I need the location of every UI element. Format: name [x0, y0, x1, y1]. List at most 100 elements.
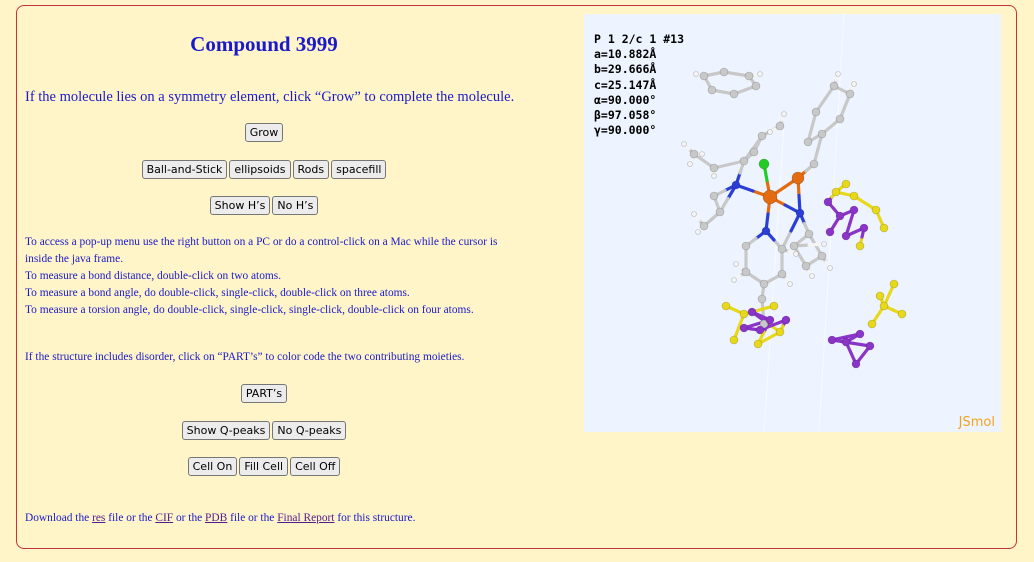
rods-button[interactable]: Rods [292, 160, 330, 179]
atom[interactable] [851, 359, 861, 369]
atom[interactable] [897, 309, 907, 319]
atom[interactable] [687, 161, 693, 167]
atom[interactable] [787, 281, 793, 287]
cell-off-button[interactable]: Cell Off [290, 457, 341, 476]
atom[interactable] [851, 81, 857, 87]
atom[interactable] [719, 67, 729, 77]
no-hydrogens-button[interactable]: No H’s [272, 196, 319, 215]
atom[interactable] [804, 229, 814, 239]
atom[interactable] [849, 191, 859, 201]
atom[interactable] [865, 341, 875, 351]
atom[interactable] [753, 339, 763, 349]
show-qpeaks-button[interactable]: Show Q-peaks [181, 421, 271, 440]
atom[interactable] [749, 147, 759, 157]
show-hydrogens-button[interactable]: Show H’s [209, 196, 271, 215]
atom[interactable] [841, 337, 851, 347]
atom[interactable] [699, 221, 709, 231]
ball-and-stick-button[interactable]: Ball-and-Stick [141, 160, 228, 179]
atom[interactable] [781, 111, 787, 117]
atom[interactable] [793, 251, 799, 257]
atom[interactable] [827, 335, 837, 345]
atom[interactable] [781, 315, 791, 325]
atom[interactable] [841, 231, 851, 241]
atom[interactable] [757, 131, 767, 141]
atom[interactable] [699, 71, 709, 81]
atom[interactable] [751, 81, 761, 91]
atom[interactable] [733, 261, 739, 267]
atom[interactable] [762, 189, 778, 205]
atom[interactable] [765, 315, 775, 325]
parts-button[interactable]: PART’s [240, 384, 288, 403]
atom[interactable] [867, 319, 877, 329]
atom[interactable] [681, 141, 687, 147]
atom[interactable] [871, 205, 881, 215]
atom[interactable] [835, 211, 845, 221]
atom[interactable] [729, 335, 739, 345]
atom[interactable] [791, 171, 805, 185]
atom[interactable] [879, 223, 889, 233]
atom[interactable] [759, 279, 769, 289]
atom[interactable] [777, 244, 787, 254]
atom[interactable] [775, 327, 785, 337]
atom[interactable] [739, 309, 749, 319]
atom[interactable] [817, 251, 827, 261]
atom[interactable] [741, 241, 751, 251]
atom[interactable] [744, 71, 754, 81]
atom[interactable] [757, 71, 763, 77]
atom[interactable] [889, 279, 899, 289]
atom[interactable] [859, 223, 869, 233]
atom[interactable] [741, 267, 751, 277]
fill-cell-button[interactable]: Fill Cell [239, 457, 289, 476]
atom[interactable] [731, 277, 737, 283]
atom[interactable] [777, 269, 787, 279]
atom[interactable] [841, 179, 851, 189]
atom[interactable] [849, 205, 859, 215]
atom[interactable] [761, 226, 771, 236]
cell-on-button[interactable]: Cell On [187, 457, 238, 476]
atom[interactable] [693, 71, 699, 77]
atom[interactable] [789, 241, 799, 251]
atom[interactable] [855, 241, 865, 251]
atom[interactable] [809, 273, 815, 279]
atom[interactable] [803, 137, 813, 147]
atom[interactable] [729, 89, 739, 99]
atom[interactable] [821, 241, 827, 247]
atom[interactable] [811, 107, 821, 117]
atom[interactable] [801, 261, 811, 271]
atom[interactable] [775, 121, 785, 131]
final-report-link[interactable]: Final Report [277, 512, 334, 524]
jsmol-viewer[interactable]: P 1 2/c 1 #13 a=10.882Å b=29.666Å c=25.1… [584, 14, 1001, 432]
atom[interactable] [817, 129, 827, 139]
atom[interactable] [739, 323, 749, 333]
atom[interactable] [691, 211, 697, 217]
grow-button[interactable]: Grow [244, 123, 284, 142]
atom[interactable] [835, 114, 845, 124]
atom[interactable] [707, 85, 717, 95]
res-link[interactable]: res [92, 512, 105, 524]
atom[interactable] [715, 207, 725, 217]
pdb-link[interactable]: PDB [205, 512, 227, 524]
atom[interactable] [755, 325, 765, 335]
atom[interactable] [825, 227, 835, 237]
no-qpeaks-button[interactable]: No Q-peaks [272, 421, 347, 440]
atom[interactable] [721, 301, 731, 311]
atom[interactable] [855, 329, 865, 339]
atom[interactable] [875, 291, 885, 301]
atom[interactable] [809, 159, 819, 169]
atom[interactable] [769, 301, 779, 311]
atom[interactable] [689, 149, 699, 159]
spacefill-button[interactable]: spacefill [331, 160, 387, 179]
atom[interactable] [879, 301, 889, 311]
atom[interactable] [709, 191, 719, 201]
atom[interactable] [731, 180, 741, 190]
atom[interactable] [695, 229, 701, 235]
atom[interactable] [758, 158, 770, 170]
atom[interactable] [845, 89, 855, 99]
atom[interactable] [767, 129, 773, 135]
atom[interactable] [739, 156, 749, 166]
atom[interactable] [699, 151, 705, 157]
atom[interactable] [795, 208, 805, 218]
atom[interactable] [747, 307, 757, 317]
atom[interactable] [709, 163, 719, 173]
atom[interactable] [829, 81, 839, 91]
